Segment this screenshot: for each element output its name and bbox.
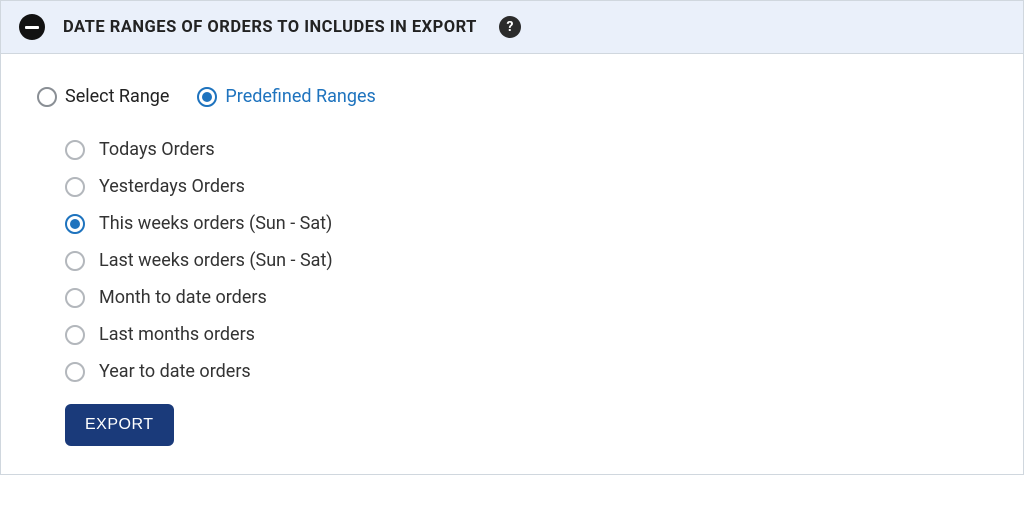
- radio-icon: [65, 140, 85, 160]
- radio-icon-selected: [65, 214, 85, 234]
- radio-icon: [65, 251, 85, 271]
- range-option[interactable]: Year to date orders: [65, 361, 987, 382]
- minus-icon: [25, 26, 39, 29]
- predefined-range-list: Todays Orders Yesterdays Orders This weeks…: [37, 139, 987, 382]
- range-label: Yesterdays Orders: [99, 176, 245, 197]
- date-range-panel: DATE RANGES OF ORDERS TO INCLUDES IN EXP…: [0, 0, 1024, 475]
- range-option[interactable]: Todays Orders: [65, 139, 987, 160]
- range-option[interactable]: This weeks orders (Sun - Sat): [65, 213, 987, 234]
- range-label: This weeks orders (Sun - Sat): [99, 213, 332, 234]
- range-option[interactable]: Yesterdays Orders: [65, 176, 987, 197]
- mode-selector: Select Range Predefined Ranges: [37, 86, 987, 107]
- help-icon[interactable]: ?: [499, 16, 521, 38]
- radio-icon-selected: [197, 87, 217, 107]
- range-label: Month to date orders: [99, 287, 267, 308]
- mode-predefined-ranges[interactable]: Predefined Ranges: [197, 86, 375, 107]
- radio-icon: [65, 362, 85, 382]
- radio-dot-icon: [202, 92, 212, 102]
- radio-icon: [65, 177, 85, 197]
- radio-dot-icon: [70, 219, 80, 229]
- range-option[interactable]: Last months orders: [65, 324, 987, 345]
- mode-select-range[interactable]: Select Range: [37, 86, 169, 107]
- range-label: Year to date orders: [99, 361, 251, 382]
- radio-icon: [65, 325, 85, 345]
- mode-label: Predefined Ranges: [225, 86, 375, 107]
- collapse-button[interactable]: [19, 14, 45, 40]
- range-label: Last weeks orders (Sun - Sat): [99, 250, 333, 271]
- panel-header: DATE RANGES OF ORDERS TO INCLUDES IN EXP…: [1, 1, 1023, 54]
- range-option[interactable]: Last weeks orders (Sun - Sat): [65, 250, 987, 271]
- panel-body: Select Range Predefined Ranges Todays Or…: [1, 54, 1023, 474]
- range-label: Last months orders: [99, 324, 255, 345]
- radio-icon: [37, 87, 57, 107]
- range-option[interactable]: Month to date orders: [65, 287, 987, 308]
- mode-label: Select Range: [65, 86, 169, 107]
- range-label: Todays Orders: [99, 139, 215, 160]
- panel-title: DATE RANGES OF ORDERS TO INCLUDES IN EXP…: [63, 18, 477, 37]
- radio-icon: [65, 288, 85, 308]
- export-button[interactable]: EXPORT: [65, 404, 174, 446]
